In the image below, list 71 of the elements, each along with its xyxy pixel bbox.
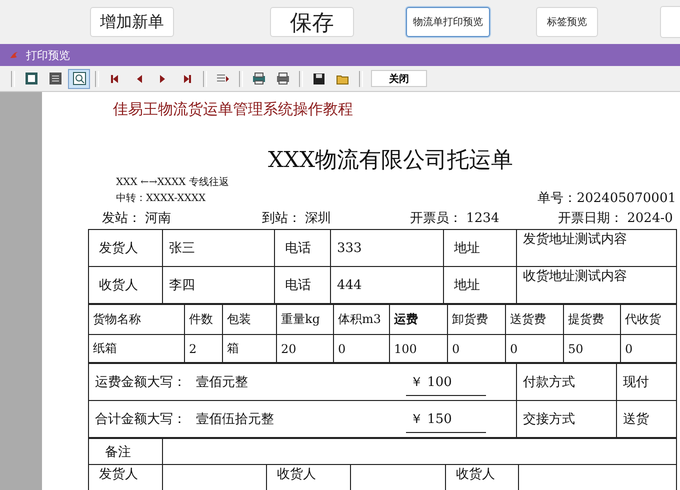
multi-page-icon — [48, 72, 62, 85]
last-page-icon — [182, 74, 192, 84]
amount-label: 合计金额大写： — [95, 411, 186, 428]
table-cell: 电话 — [274, 266, 330, 304]
table-cell: 箱 — [222, 334, 276, 362]
table-cell: 交接方式 — [516, 400, 616, 438]
table-cell: 收货人 — [88, 266, 162, 304]
table-cell: 444 — [330, 266, 444, 304]
amount-in-words: 壹佰伍拾元整 — [196, 411, 275, 428]
toolbar-button[interactable]: 标签预览 — [536, 7, 598, 37]
table-cell: 李四 — [162, 266, 274, 304]
column-header: 重量kg — [276, 304, 334, 334]
column-header: 卸货费 — [448, 304, 506, 334]
toolbar-button[interactable]: 物流单打印预览 — [406, 7, 490, 37]
amount-value: ￥ 100 — [406, 368, 486, 396]
table-cell: 20 — [276, 334, 334, 362]
toolbar-button[interactable]: 保存 — [270, 7, 354, 37]
window-title: 打印预览 — [26, 48, 70, 62]
table-cell: 发货人 — [88, 230, 162, 266]
column-header: 件数 — [184, 304, 222, 334]
table-cell: 发货地址测试内容 — [516, 230, 676, 266]
table-cell: 收货地址测试内容 — [516, 266, 676, 304]
table-cell: 纸箱 — [88, 334, 184, 362]
order-number: 单号：202405070001 — [538, 190, 676, 207]
table-cell: 50 — [564, 334, 620, 362]
transfer-text: 中转：XXXX-XXXX — [116, 192, 207, 206]
table-cell: 现付 — [616, 364, 676, 400]
banner-text: 佳易王物流货运单管理系统操作教程 — [113, 100, 354, 119]
toolbar-button[interactable]: 增加新单 — [90, 7, 174, 37]
info-field: 开票日期： 2024-0 — [558, 209, 676, 227]
table-cell: 100 — [390, 334, 448, 362]
column-header: 提货费 — [564, 304, 620, 334]
info-field: 开票员： 1234 — [410, 209, 558, 227]
column-header: 包装 — [222, 304, 276, 334]
printer-icon — [252, 72, 266, 85]
table-cell: 备注 — [88, 438, 162, 464]
table-cell: 送货 — [616, 400, 676, 438]
table-cell: 0 — [334, 334, 390, 362]
column-header: 代收货 — [620, 304, 676, 334]
amount-label: 运费金额大写： — [95, 374, 186, 391]
table-cell: 0 — [620, 334, 676, 362]
folder-icon — [336, 72, 350, 84]
column-header: 运费 — [390, 304, 448, 334]
table-cell: 0 — [448, 334, 506, 362]
app-logo-icon — [8, 50, 20, 60]
column-header: 送货费 — [506, 304, 564, 334]
close-button[interactable]: 关闭 — [371, 70, 427, 87]
column-header: 体积m3 — [334, 304, 390, 334]
table-cell: 333 — [330, 230, 444, 266]
printer-icon — [276, 72, 290, 85]
amount-value: ￥ 150 — [406, 406, 486, 432]
info-field: 发站： 河南 — [102, 209, 262, 227]
table-cell: 张三 — [162, 230, 274, 266]
table-cell: 发货人 — [88, 464, 162, 490]
save-icon — [313, 72, 325, 84]
amount-in-words: 壹佰元整 — [196, 374, 249, 391]
table-cell: 电话 — [274, 230, 330, 266]
table-cell: 地址 — [444, 266, 516, 304]
first-page-icon — [110, 74, 120, 84]
table-cell: 地址 — [444, 230, 516, 266]
go-to-page-icon — [216, 72, 230, 84]
table-cell: 0 — [506, 334, 564, 362]
single-page-icon — [24, 72, 38, 85]
table-cell: 2 — [184, 334, 222, 362]
column-header: 货物名称 — [88, 304, 184, 334]
toolbar-icon-button[interactable] — [68, 68, 90, 88]
zoom-icon — [72, 72, 86, 85]
table-cell: 付款方式 — [516, 364, 616, 400]
route-text: XXX ←→XXXX 专线往返 — [116, 176, 229, 190]
info-field: 到站： 深圳 — [262, 209, 410, 227]
document-title: XXX物流有限公司托运单 — [268, 147, 514, 175]
